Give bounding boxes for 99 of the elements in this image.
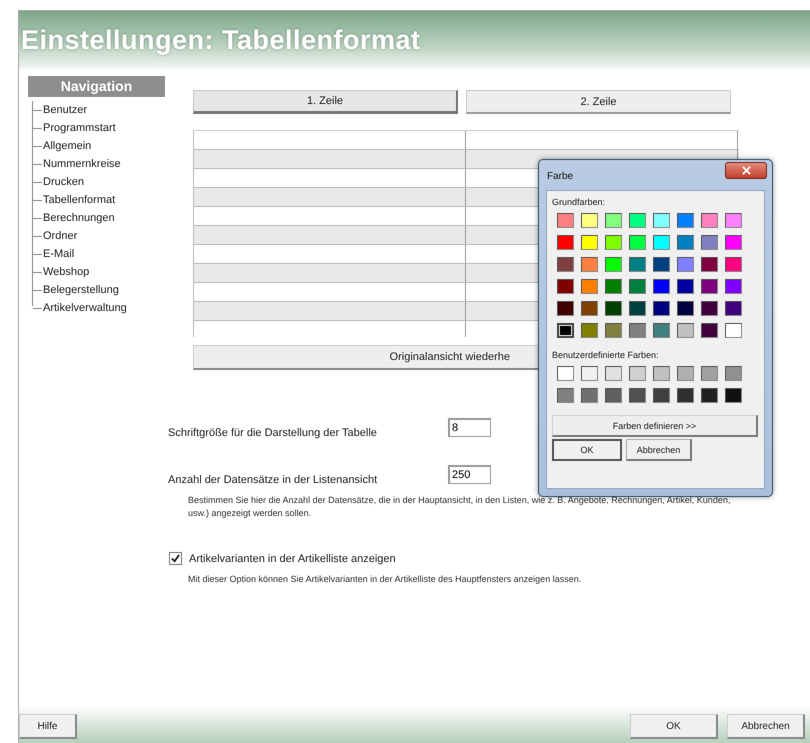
color-swatch[interactable]	[677, 388, 694, 403]
color-swatch[interactable]	[653, 279, 670, 294]
color-swatch[interactable]	[629, 301, 646, 316]
color-swatch[interactable]	[677, 323, 694, 338]
close-button[interactable]	[725, 162, 767, 179]
navigation-header: Navigation	[28, 76, 165, 97]
color-swatch[interactable]	[701, 213, 718, 228]
nav-item[interactable]: Belegerstellung	[42, 284, 119, 296]
define-colors-button[interactable]: Farben definieren >>	[552, 415, 758, 437]
nav-item[interactable]: E-Mail	[42, 248, 74, 260]
color-swatch[interactable]	[677, 213, 694, 228]
color-swatch[interactable]	[725, 213, 742, 228]
row-tab[interactable]: 1. Zeile	[193, 90, 458, 114]
color-swatch[interactable]	[701, 279, 718, 294]
color-swatch[interactable]	[653, 235, 670, 250]
color-swatch[interactable]	[605, 279, 622, 294]
color-swatch[interactable]	[725, 279, 742, 294]
color-swatch[interactable]	[725, 257, 742, 272]
nav-item[interactable]: Ordner	[42, 230, 78, 242]
color-swatch[interactable]	[629, 257, 646, 272]
color-swatch[interactable]	[557, 388, 574, 403]
color-swatch[interactable]	[725, 388, 742, 403]
color-swatch[interactable]	[581, 257, 598, 272]
color-swatch[interactable]	[605, 323, 622, 338]
dialog-button[interactable]: OK	[552, 439, 622, 461]
nav-item[interactable]: Tabellenformat	[42, 194, 116, 206]
color-swatch[interactable]	[581, 279, 598, 294]
color-swatch[interactable]	[557, 257, 574, 272]
row-tab[interactable]: 2. Zeile	[466, 90, 731, 114]
color-swatch[interactable]	[629, 235, 646, 250]
nav-item[interactable]: Berechnungen	[42, 212, 115, 224]
color-swatch[interactable]	[701, 257, 718, 272]
color-swatch[interactable]	[581, 323, 598, 338]
help-button[interactable]: Hilfe	[19, 714, 77, 739]
color-swatch[interactable]	[629, 213, 646, 228]
field-label: Anzahl der Datensätze in der Listenansicht	[168, 474, 378, 486]
color-swatch[interactable]	[677, 257, 694, 272]
color-swatch[interactable]	[557, 235, 574, 250]
color-swatch[interactable]	[701, 388, 718, 403]
color-swatch[interactable]	[725, 366, 742, 381]
dialog-button[interactable]: Abbrechen	[626, 439, 692, 461]
close-icon	[742, 166, 750, 175]
color-swatch[interactable]	[653, 366, 670, 381]
footer-button[interactable]: Abbrechen	[727, 714, 805, 739]
color-swatch[interactable]	[557, 301, 574, 316]
color-swatch[interactable]	[581, 213, 598, 228]
color-swatch[interactable]	[581, 366, 598, 381]
color-swatch[interactable]	[629, 366, 646, 381]
section-label: Benutzerdefinierte Farben:	[552, 350, 660, 360]
color-swatch[interactable]	[581, 301, 598, 316]
footer-button[interactable]: OK	[630, 714, 718, 739]
checkbox[interactable]	[169, 552, 182, 565]
nav-item[interactable]: Nummernkreise	[42, 158, 121, 170]
color-swatch[interactable]	[557, 366, 574, 381]
nav-item[interactable]: Allgemein	[42, 140, 92, 152]
description-text: Mit dieser Option können Sie Artikelvarianten in der Artikelliste des Hauptfensters anzeigen lassen.	[188, 573, 582, 586]
color-swatch[interactable]	[629, 279, 646, 294]
color-swatch[interactable]	[605, 388, 622, 403]
color-swatch[interactable]	[701, 323, 718, 338]
color-swatch[interactable]	[701, 235, 718, 250]
font-size-field[interactable]: 8	[448, 418, 491, 436]
color-swatch[interactable]	[725, 235, 742, 250]
window-title: Einstellungen: Tabellenformat	[21, 24, 421, 56]
color-swatch[interactable]	[653, 388, 670, 403]
nav-item[interactable]: Benutzer	[42, 104, 88, 116]
checkbox-label: Artikelvarianten in der Artikelliste anzeigen	[189, 552, 396, 564]
color-swatch[interactable]	[677, 366, 694, 381]
color-swatch[interactable]	[557, 213, 574, 228]
color-swatch[interactable]	[605, 366, 622, 381]
color-swatch[interactable]	[653, 301, 670, 316]
color-swatch[interactable]	[629, 323, 646, 338]
nav-item[interactable]: Artikelverwaltung	[42, 302, 127, 314]
color-swatch[interactable]	[653, 213, 670, 228]
color-swatch[interactable]	[557, 279, 574, 294]
color-swatch[interactable]	[701, 301, 718, 316]
color-swatch[interactable]	[581, 235, 598, 250]
section-label: Grundfarben:	[552, 197, 606, 207]
color-swatch[interactable]	[653, 257, 670, 272]
color-swatch[interactable]	[557, 323, 574, 338]
nav-item[interactable]: Programmstart	[42, 122, 116, 134]
color-swatch[interactable]	[605, 235, 622, 250]
color-swatch[interactable]	[605, 213, 622, 228]
color-swatch[interactable]	[677, 235, 694, 250]
field-label: Schriftgröße für die Darstellung der Tabelle	[168, 427, 378, 439]
color-swatch[interactable]	[605, 257, 622, 272]
color-swatch[interactable]	[677, 301, 694, 316]
color-swatch[interactable]	[605, 301, 622, 316]
record-count-field[interactable]: 250	[448, 464, 491, 484]
color-swatch[interactable]	[629, 388, 646, 403]
color-swatch[interactable]	[725, 323, 742, 338]
color-swatch[interactable]	[725, 301, 742, 316]
nav-item[interactable]: Webshop	[42, 266, 90, 278]
color-swatch[interactable]	[581, 388, 598, 403]
description-text: Bestimmen Sie hier die Anzahl der Datensätze, die in der Hauptansicht, in den Listen, wie z. B. Angebote, Rechnungen, Artikel, Kunden, usw.) angezeigt werden sollen.	[188, 494, 732, 520]
color-swatch[interactable]	[701, 366, 718, 381]
nav-item[interactable]: Drucken	[42, 176, 84, 188]
color-swatch[interactable]	[677, 279, 694, 294]
color-swatch[interactable]	[653, 323, 670, 338]
dialog-title: Farbe	[547, 170, 574, 182]
